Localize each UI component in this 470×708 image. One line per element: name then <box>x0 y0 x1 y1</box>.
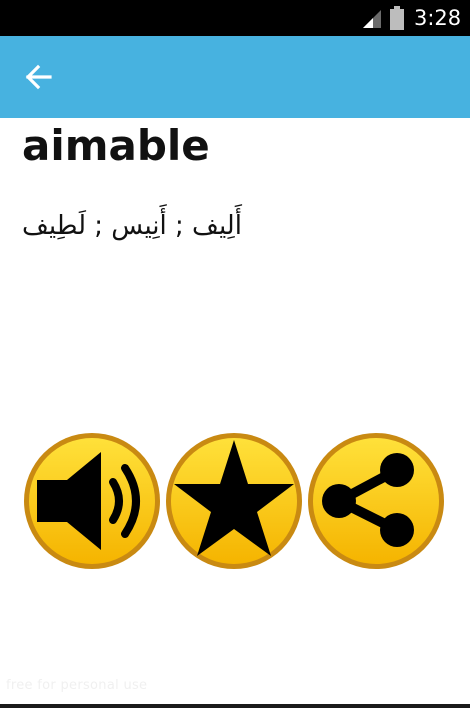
sound-button[interactable] <box>21 430 163 572</box>
entry-translation: أَلِيف ; أَنِيس ; لَطِيف <box>22 211 242 241</box>
watermark-text: free for personal use <box>6 678 148 693</box>
bottom-edge <box>0 704 470 708</box>
app-bar <box>0 36 470 118</box>
signal-icon <box>363 10 381 28</box>
favorite-button[interactable] <box>163 430 305 572</box>
arrow-left-icon[interactable] <box>20 58 58 96</box>
share-icon <box>308 433 444 569</box>
status-clock: 3:28 <box>414 6 462 30</box>
battery-icon <box>390 6 404 30</box>
entry-word: aimable <box>22 121 210 170</box>
share-button[interactable] <box>305 430 447 572</box>
star-icon <box>166 433 302 569</box>
speaker-icon <box>24 433 160 569</box>
status-bar: 3:28 <box>0 0 470 36</box>
